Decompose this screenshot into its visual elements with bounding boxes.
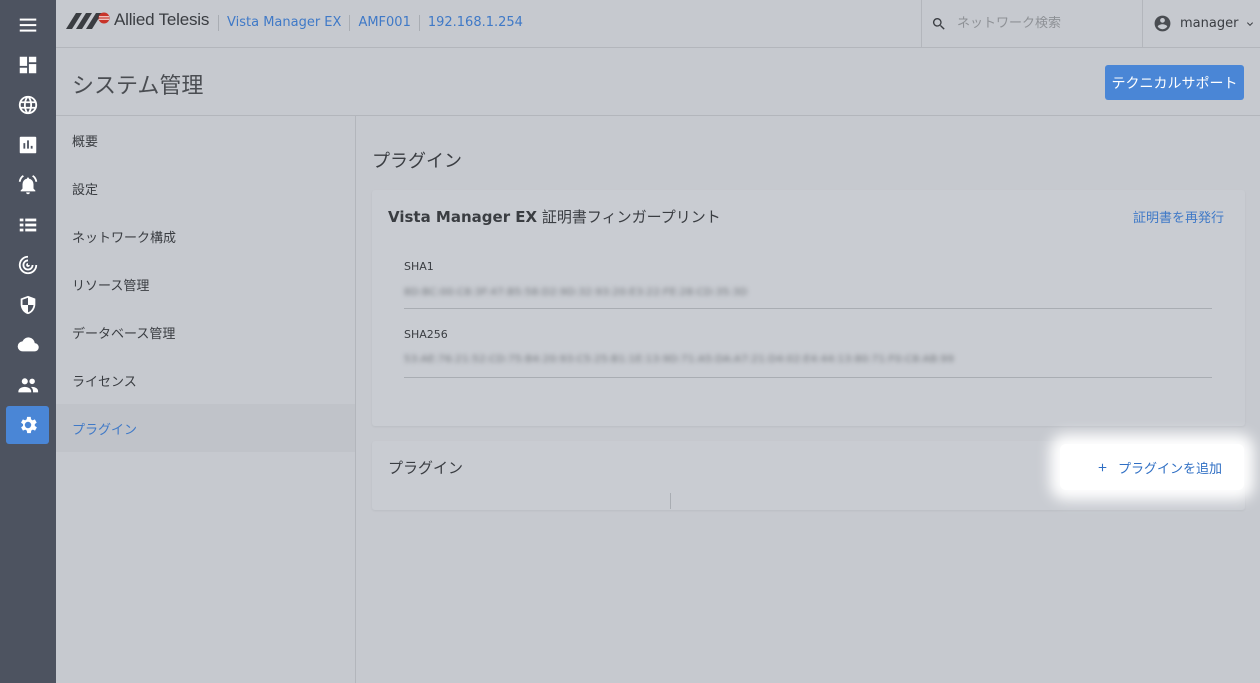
search-icon	[932, 17, 945, 30]
menu-icon[interactable]	[6, 6, 49, 44]
subnav-item-overview[interactable]: 概要	[56, 116, 355, 164]
certificate-fingerprint-card: Vista Manager EX 証明書フィンガープリント 証明書を再発行 SH…	[372, 190, 1245, 426]
breadcrumb-amf[interactable]: AMF001	[349, 15, 418, 31]
sha256-label: SHA256	[404, 328, 448, 341]
page-header: システム管理 テクニカルサポート	[56, 48, 1260, 116]
subnav-item-resources[interactable]: リソース管理	[56, 260, 355, 308]
certificate-card-title-product: Vista Manager EX	[388, 208, 538, 226]
breadcrumb-product[interactable]: Vista Manager EX	[218, 15, 349, 31]
sha1-divider	[404, 308, 1212, 309]
add-plugin-label: プラグインを追加	[1118, 461, 1223, 477]
icon-rail	[0, 0, 56, 683]
subnav-item-plugins[interactable]: プラグイン	[56, 404, 355, 452]
subnav-item-network-config[interactable]: ネットワーク構成	[56, 212, 355, 260]
certificate-card-title: Vista Manager EX 証明書フィンガープリント	[388, 206, 721, 227]
user-name: manager	[1180, 16, 1239, 31]
sha1-value: 8D:BC:00:C8:3F:47:B5:58:D2:9D:32:93:20:E…	[404, 287, 748, 298]
brand-logo[interactable]: Allied Telesis	[64, 9, 209, 31]
sha1-label: SHA1	[404, 260, 434, 273]
certificate-card-title-text: 証明書フィンガープリント	[537, 208, 721, 226]
radar-icon[interactable]	[6, 246, 49, 284]
breadcrumb-ip[interactable]: 192.168.1.254	[418, 15, 531, 31]
top-bar: Allied Telesis Vista Manager EX AMF001 1…	[56, 0, 1260, 48]
user-menu[interactable]: manager	[1142, 0, 1260, 47]
technical-support-button[interactable]: テクニカルサポート	[1105, 65, 1244, 100]
shield-icon[interactable]	[6, 286, 49, 324]
chevron-down-icon	[1247, 21, 1254, 26]
search-input[interactable]	[957, 16, 1137, 31]
plus-icon	[1098, 463, 1107, 471]
section-title: プラグイン	[372, 151, 462, 172]
brand-logo-text: Allied Telesis	[114, 10, 210, 29]
gear-icon[interactable]	[6, 406, 49, 444]
subnav-item-database[interactable]: データベース管理	[56, 308, 355, 356]
network-search	[921, 0, 1143, 47]
dashboard-icon[interactable]	[6, 46, 49, 84]
list-icon[interactable]	[6, 206, 49, 244]
subnav-item-settings[interactable]: 設定	[56, 164, 355, 212]
add-plugin-button[interactable]: プラグインを追加	[1060, 444, 1244, 490]
allied-telesis-logo-icon	[66, 12, 110, 29]
account-circle-icon	[1154, 15, 1171, 32]
reissue-certificate-link[interactable]: 証明書を再発行	[1133, 207, 1224, 226]
cloud-icon[interactable]	[6, 326, 49, 364]
alarm-icon[interactable]	[6, 166, 49, 204]
settings-nav: 概要 設定 ネットワーク構成 リソース管理 データベース管理 ライセンス プラグ…	[56, 116, 356, 683]
breadcrumb: Vista Manager EX AMF001 192.168.1.254	[218, 15, 531, 31]
plugin-card-divider	[670, 493, 671, 509]
page-title: システム管理	[72, 74, 204, 99]
plugin-card-title: プラグイン	[388, 459, 464, 477]
subnav-item-license[interactable]: ライセンス	[56, 356, 355, 404]
chart-icon[interactable]	[6, 126, 49, 164]
users-icon[interactable]	[6, 366, 49, 404]
sha256-divider	[404, 377, 1212, 378]
sha256-value: 53:AE:76:21:52:CD:75:B4:20:93:C5:25:B1:1…	[404, 354, 955, 365]
globe-icon[interactable]	[6, 86, 49, 124]
